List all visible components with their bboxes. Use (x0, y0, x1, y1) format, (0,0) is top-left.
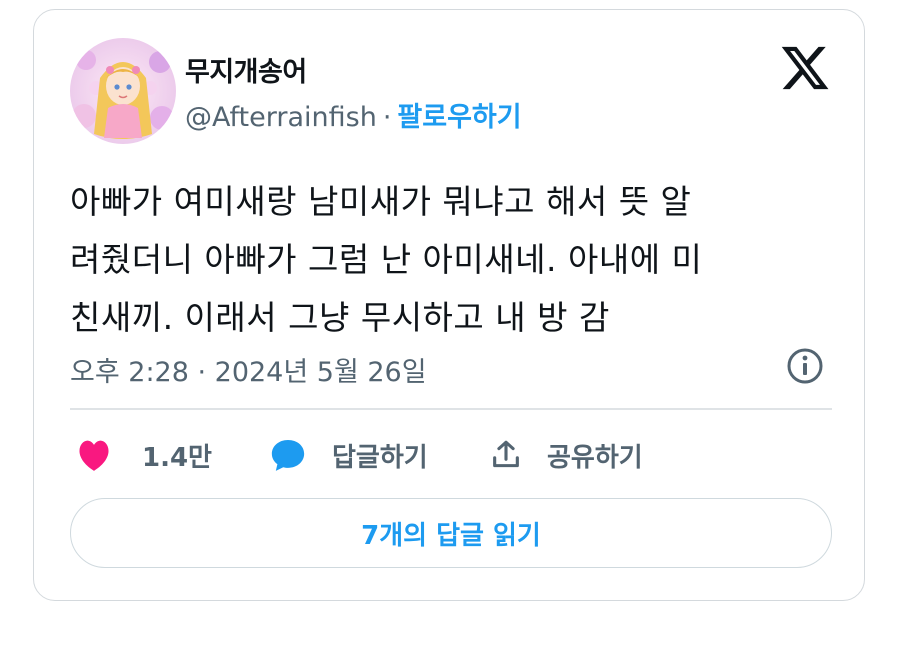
reply-button[interactable]: 답글하기 (269, 435, 428, 475)
like-button[interactable]: 1.4만 (76, 435, 212, 475)
author-display-name[interactable]: 무지개송어 (185, 50, 307, 89)
tweet-card: 무지개송어 @Afterrainfish · 팔로우하기 아빠가 여미새랑 남미새가… (33, 9, 865, 601)
avatar[interactable] (70, 38, 176, 144)
like-count: 1.4만 (142, 442, 212, 473)
share-label: 공유하기 (547, 442, 643, 473)
author-handle[interactable]: @Afterrainfish (185, 102, 377, 133)
author-handle-row: @Afterrainfish · 팔로우하기 (185, 95, 522, 134)
heart-icon (79, 440, 109, 471)
share-button[interactable]: 공유하기 (489, 435, 643, 475)
tweet-text-line: 려줬더니 아빠가 그럼 난 아미새네. 아내에 미 (70, 240, 703, 279)
speech-bubble-icon (271, 439, 305, 471)
divider (70, 408, 832, 410)
reply-label: 답글하기 (332, 442, 428, 473)
read-replies-button[interactable]: 7개의 답글 읽기 (70, 498, 832, 568)
tweet-text: 아빠가 여미새랑 남미새가 뭐냐고 해서 뜻 알 려줬더니 아빠가 그럼 난 아… (70, 173, 840, 347)
share-icon (493, 440, 519, 468)
tweet-text-line: 친새끼. 이래서 그냥 무시하고 내 방 감 (70, 298, 610, 337)
separator-dot: · (382, 102, 392, 133)
info-icon[interactable] (785, 346, 825, 386)
x-logo-icon[interactable] (779, 42, 831, 94)
avatar-image (70, 38, 176, 144)
tweet-text-line: 아빠가 여미새랑 남미새가 뭐냐고 해서 뜻 알 (70, 182, 692, 221)
tweet-timestamp[interactable]: 오후 2:28 · 2024년 5월 26일 (70, 350, 427, 389)
follow-button[interactable]: 팔로우하기 (397, 102, 521, 133)
